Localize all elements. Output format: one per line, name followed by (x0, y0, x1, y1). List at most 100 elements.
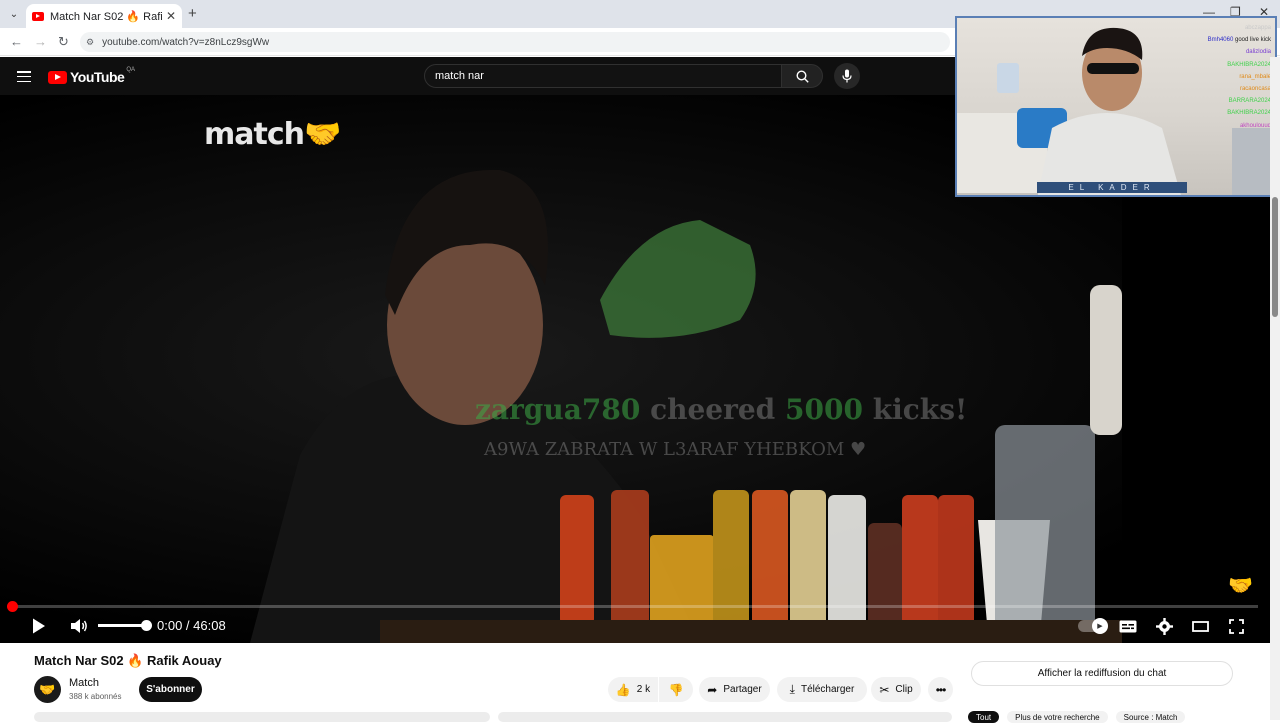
fullscreen-icon (1228, 618, 1244, 634)
browser-tab-active[interactable]: Match Nar S02 🔥 Rafik Aouay ✕ (26, 4, 182, 28)
stream-chat-username: akhoulouud (1239, 122, 1271, 129)
subtitles-icon (1119, 620, 1137, 632)
microphone-icon (842, 69, 852, 83)
download-icon: ⤓ (789, 682, 795, 696)
tab-title: Match Nar S02 🔥 Rafik Aouay (50, 10, 162, 23)
match-logo-text: match (204, 117, 305, 152)
volume-slider[interactable] (98, 620, 152, 631)
channel-name[interactable]: Match (69, 677, 99, 689)
play-icon (33, 618, 45, 634)
progress-scrubber[interactable] (7, 601, 18, 612)
reload-icon[interactable]: ↻ (58, 34, 69, 50)
search-input[interactable] (424, 64, 782, 88)
country-code: QA (126, 67, 135, 73)
tab-list-button[interactable]: ⌄ (6, 6, 22, 22)
share-button[interactable]: ➦ Partager (699, 677, 770, 702)
page-scrollbar[interactable] (1270, 57, 1280, 720)
filter-chip[interactable]: Source : Match (1115, 711, 1186, 723)
comment-card-edge (498, 712, 952, 722)
stream-chat-overlay: abczappa Bmh4060 good live kick dalizlodia… (1179, 22, 1271, 132)
like-count: 2 k (636, 684, 651, 695)
theater-mode-button[interactable] (1189, 615, 1211, 637)
autoplay-play-icon: ▶ (1092, 618, 1108, 634)
stream-chat-message: BAKHIBRA2024 (1179, 107, 1271, 119)
channel-avatar[interactable]: 🤝 (34, 676, 61, 703)
forward-icon[interactable]: → (34, 34, 47, 49)
channel-handshake-icon: 🤝 (39, 681, 56, 697)
description-card-edge (34, 712, 490, 722)
cheer-verb: cheered (650, 393, 776, 426)
fullscreen-button[interactable] (1225, 615, 1247, 637)
filter-chip[interactable]: Tout (968, 711, 1000, 723)
handshake-icon: 🤝 (304, 117, 341, 152)
streamer-name-band: EL KADER (1037, 182, 1187, 193)
stream-chat-username: dalizlodia (1245, 49, 1271, 56)
stream-chat-message: BARRARA2024 (1179, 95, 1271, 107)
scissors-icon: ✂ (879, 682, 890, 697)
stream-chat-username: BAKHIBRA2024 (1227, 61, 1271, 68)
filter-chip[interactable]: Plus de votre recherche (1007, 711, 1108, 723)
clip-button[interactable]: ✂ Clip (871, 677, 921, 702)
mute-button[interactable] (68, 615, 90, 637)
back-icon[interactable]: ← (10, 34, 23, 49)
show-chat-replay-button[interactable]: Afficher la rediffusion du chat (971, 661, 1233, 686)
autoplay-toggle[interactable]: ▶ (1078, 618, 1108, 634)
tab-close-icon[interactable]: ✕ (166, 9, 176, 23)
volume-icon (71, 619, 87, 633)
related-filter-chips: Tout Plus de votre recherche Source : Matc… (968, 711, 1193, 723)
channel-watermark-icon[interactable]: 🤝 (1228, 573, 1253, 598)
stream-chat-message: abczappa (1179, 22, 1271, 34)
share-label: Partager (723, 684, 762, 695)
stream-chat-username: BAKHIBRA2024 (1227, 110, 1271, 117)
share-icon: ➦ (707, 682, 718, 697)
stream-chat-message: BAKHIBRA2024 (1179, 59, 1271, 71)
stream-chat-message: akhoulouud (1179, 120, 1271, 132)
thumbs-up-icon: 👍 (615, 682, 631, 697)
stream-chat-username: racaoncasa (1239, 86, 1271, 93)
cheer-alert: zargua780 cheered 5000 kicks! (475, 393, 967, 426)
address-bar-url: youtube.com/watch?v=z8nLcz9sgWw (102, 36, 270, 48)
youtube-logo[interactable]: YouTube QA (48, 67, 135, 85)
dislike-button[interactable]: 👎 (659, 677, 693, 702)
progress-bar[interactable] (7, 601, 1258, 612)
scrollbar-thumb[interactable] (1272, 197, 1278, 317)
cheer-amount: 5000 (785, 393, 863, 426)
stream-chat-username: Bmh4060 (1207, 37, 1234, 44)
clip-label: Clip (895, 684, 913, 695)
cheer-username: zargua780 (475, 393, 641, 426)
settings-button[interactable] (1153, 615, 1175, 637)
cheer-unit: kicks! (872, 393, 968, 426)
gear-icon (1155, 617, 1173, 635)
stream-chat-text: good live kick (1233, 37, 1271, 44)
voice-search-button[interactable] (834, 63, 860, 89)
stream-chat-message: dalizlodia (1179, 46, 1271, 58)
play-button[interactable] (28, 615, 50, 637)
stream-chat-username: abczappa (1244, 25, 1271, 31)
stream-chat-message: racaoncasa (1179, 83, 1271, 95)
video-title: Match Nar S02 🔥 Rafik Aouay (34, 653, 222, 668)
download-label: Télécharger (800, 684, 855, 695)
search-button[interactable] (781, 64, 823, 88)
download-button[interactable]: ⤓ Télécharger (777, 677, 867, 702)
stream-chat-username: rana_mbale (1239, 73, 1271, 80)
more-horizontal-icon: ••• (935, 682, 947, 697)
site-info-icon[interactable]: ⚙ (86, 37, 94, 48)
subtitles-button[interactable] (1117, 615, 1139, 637)
streamer-webcam-overlay: abczappa Bmh4060 good live kick dalizlodia… (955, 16, 1277, 197)
stream-chat-username: BARRARA2024 (1228, 98, 1271, 105)
cheer-message: A9WA ZABRATA W L3ARAF YHEBKOM ♥ (484, 439, 867, 460)
more-actions-button[interactable]: ••• (928, 677, 953, 702)
stream-chat-message: rana_mbale (1179, 71, 1271, 83)
new-tab-icon[interactable]: + (188, 5, 197, 22)
stream-chat-message: Bmh4060 good live kick (1179, 34, 1271, 46)
like-button[interactable]: 👍 2 k (608, 677, 658, 702)
youtube-play-logo-icon (48, 70, 67, 84)
search-icon (795, 69, 809, 83)
youtube-favicon-icon (32, 11, 44, 21)
theater-icon (1191, 620, 1209, 632)
subscribe-button[interactable]: S'abonner (139, 677, 202, 702)
address-bar[interactable]: ⚙ youtube.com/watch?v=z8nLcz9sgWw (80, 32, 950, 52)
volume-slider-knob[interactable] (141, 620, 152, 631)
subscriber-count: 388 k abonnés (69, 692, 122, 701)
menu-icon[interactable] (17, 71, 31, 82)
